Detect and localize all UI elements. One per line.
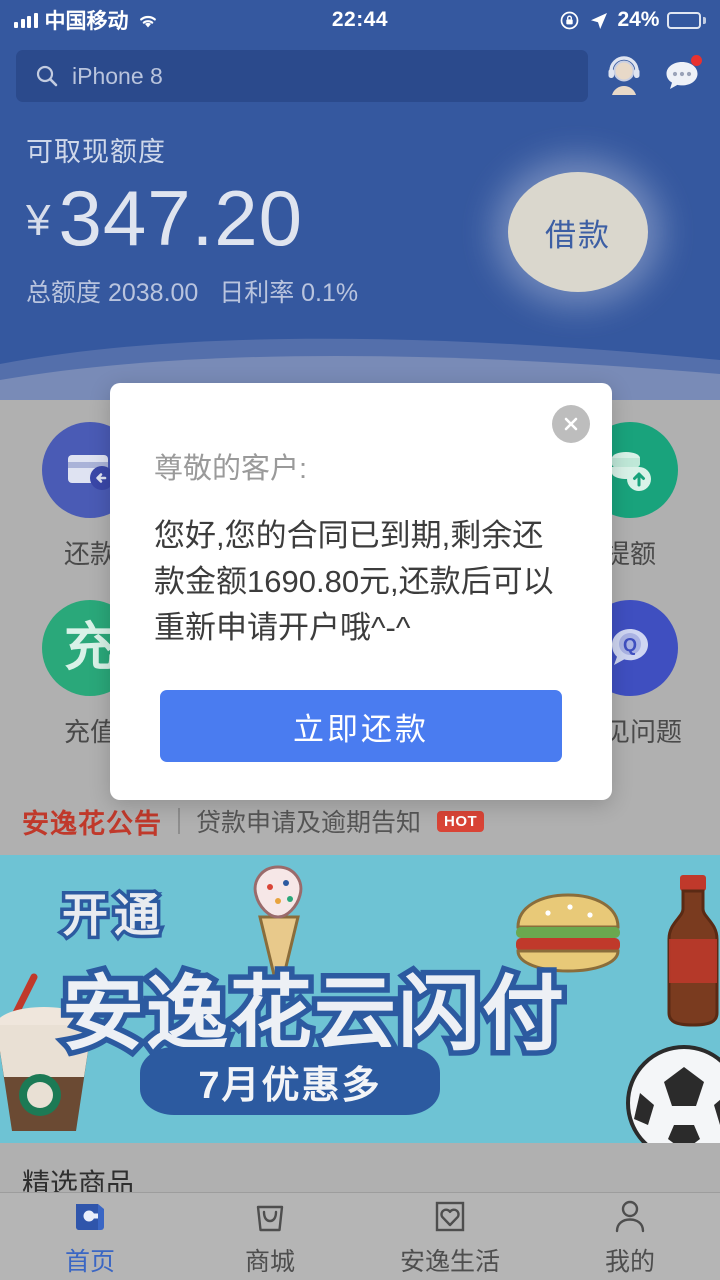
total-limit-value: 2038.00	[107, 278, 199, 307]
message-bubble-icon[interactable]	[660, 54, 704, 98]
status-time: 22:44	[331, 8, 389, 31]
person-icon	[615, 1200, 645, 1233]
search-placeholder: iPhone 8	[72, 62, 163, 89]
borrow-button-label: 借款	[545, 217, 611, 253]
bottom-tab-bar: 首页 商城 安逸生活 我的	[0, 1192, 720, 1280]
banner-line3: 7月优惠多	[198, 1064, 382, 1107]
tab-life[interactable]: 安逸生活	[360, 1193, 540, 1280]
carrier-name: 中国移动	[44, 10, 129, 33]
available-amount: 347.20	[58, 174, 304, 262]
repay-now-button[interactable]: 立即还款	[160, 690, 562, 762]
wifi-icon	[139, 15, 156, 27]
signal-bars-icon	[14, 12, 38, 28]
announcement-brand: 安逸花公告	[22, 808, 162, 839]
credit-label: 可取现额度	[26, 137, 166, 167]
wallet-icon	[76, 1204, 104, 1230]
battery-percent: 24%	[617, 8, 660, 31]
promo-banner[interactable]: 开通 安逸花云闪付 7月优惠多	[0, 855, 720, 1143]
tab-label: 安逸生活	[399, 1248, 500, 1276]
cola-bottle-icon	[667, 875, 719, 1027]
daily-rate-value: 0.1%	[301, 278, 359, 307]
tab-profile[interactable]: 我的	[540, 1193, 720, 1280]
modal-message: 您好,您的合同已到期,剩余还款金额1690.80元,还款后可以重新申请开户哦^-…	[154, 518, 554, 645]
tab-mall[interactable]: 商城	[180, 1193, 360, 1280]
tab-label: 首页	[64, 1248, 115, 1276]
status-bar: 中国移动 22:44 24%	[0, 0, 720, 40]
credit-summary: 可取现额度 ¥ 347.20 总额度 2038.00 日利率 0.1%	[26, 130, 358, 309]
announcement-bar[interactable]: 安逸花公告 贷款申请及逾期告知 HOT	[0, 795, 720, 847]
daily-rate-label: 日利率	[219, 278, 295, 307]
tab-label: 商城	[244, 1248, 295, 1276]
announcement-text: 贷款申请及逾期告知	[196, 809, 422, 837]
soccer-ball-icon	[626, 1045, 720, 1143]
banner-subtitle-ribbon: 7月优惠多	[140, 1047, 440, 1115]
app-screen: 中国移动 22:44 24% iPhone 8 可取现额度 ¥ 347.20 总…	[0, 0, 720, 1280]
location-arrow-icon	[591, 12, 608, 29]
currency-symbol: ¥	[26, 195, 51, 245]
header-panel: 中国移动 22:44 24% iPhone 8 可取现额度 ¥ 347.20 总…	[0, 0, 720, 400]
rotation-lock-icon	[561, 11, 579, 29]
tab-home[interactable]: 首页	[0, 1193, 180, 1280]
tab-label: 我的	[604, 1248, 655, 1276]
banner-line1: 开通	[58, 886, 166, 945]
banner-title-group: 开通 安逸花云闪付	[56, 879, 569, 1066]
modal-greeting: 尊敬的客户:	[154, 453, 308, 485]
search-input[interactable]: iPhone 8	[16, 50, 588, 102]
close-icon[interactable]	[552, 405, 590, 443]
customer-service-icon[interactable]	[602, 54, 646, 98]
battery-icon	[667, 11, 706, 29]
search-row: iPhone 8	[0, 48, 720, 104]
heart-square-icon	[435, 1201, 465, 1232]
svg-text:Q: Q	[623, 635, 637, 655]
shopping-bag-icon	[256, 1205, 284, 1232]
borrow-button[interactable]: 借款	[508, 172, 648, 292]
divider	[178, 808, 180, 834]
hot-badge: HOT	[437, 810, 485, 832]
quick-action-label: 还款	[63, 539, 116, 569]
notification-dot	[691, 55, 702, 66]
total-limit-label: 总额度	[26, 278, 102, 307]
quick-action-label: 充值	[63, 717, 116, 747]
repay-now-button-label: 立即还款	[293, 711, 429, 747]
contract-expired-modal: 尊敬的客户: 您好,您的合同已到期,剩余还款金额1690.80元,还款后可以重新…	[110, 383, 612, 800]
search-icon	[36, 65, 58, 87]
